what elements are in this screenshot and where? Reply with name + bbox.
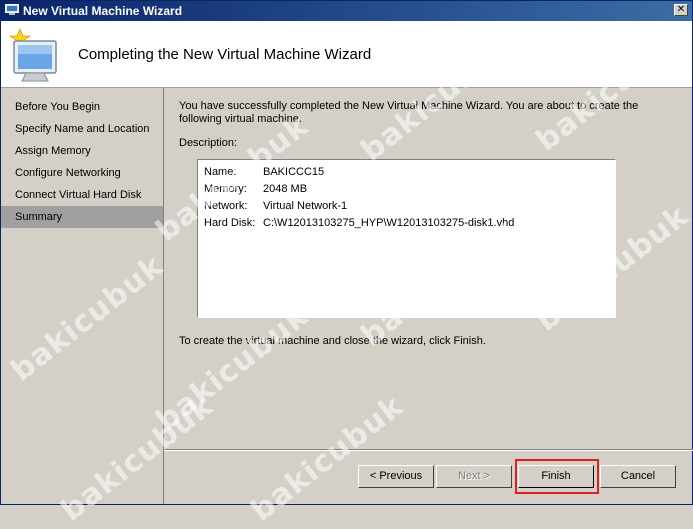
description-value: Virtual Network-1 bbox=[263, 199, 348, 212]
description-value: BAKICCC15 bbox=[263, 165, 325, 178]
wizard-steps-nav: Before You Begin Specify Name and Locati… bbox=[1, 88, 163, 504]
description-value: 2048 MB bbox=[263, 182, 308, 195]
sidebar-divider bbox=[163, 88, 164, 504]
finish-instruction: To create the virtual machine and close … bbox=[179, 335, 486, 347]
title-bar[interactable]: New Virtual Machine Wizard ✕ bbox=[1, 1, 692, 21]
description-row: Hard Disk: C:\W12013103275_HYP\W12013103… bbox=[204, 214, 514, 231]
cancel-button[interactable]: Cancel bbox=[600, 465, 676, 488]
sidebar-item-specify-name-and-location[interactable]: Specify Name and Location bbox=[1, 118, 163, 140]
new-vm-wizard-icon bbox=[8, 27, 57, 82]
wizard-header: Completing the New Virtual Machine Wizar… bbox=[1, 21, 692, 88]
description-row: Memory: 2048 MB bbox=[204, 180, 514, 197]
description-key: Network: bbox=[204, 199, 248, 212]
description-label: Description: bbox=[179, 137, 238, 149]
summary-panel: You have successfully completed the New … bbox=[167, 88, 691, 448]
next-button[interactable]: Next > bbox=[436, 465, 512, 488]
sidebar-item-connect-virtual-hard-disk[interactable]: Connect Virtual Hard Disk bbox=[1, 184, 163, 206]
description-key: Hard Disk: bbox=[204, 216, 256, 229]
sidebar-item-configure-networking[interactable]: Configure Networking bbox=[1, 162, 163, 184]
close-icon[interactable]: ✕ bbox=[674, 4, 688, 16]
description-box[interactable]: Name: BAKICCC15 Memory: 2048 MB Network:… bbox=[197, 159, 616, 318]
virtual-machine-app-icon bbox=[5, 4, 19, 15]
wizard-window: New Virtual Machine Wizard ✕ Completing … bbox=[0, 0, 693, 529]
page-title: Completing the New Virtual Machine Wizar… bbox=[78, 46, 372, 63]
button-bar-divider bbox=[165, 449, 693, 451]
sidebar-item-before-you-begin[interactable]: Before You Begin bbox=[1, 96, 163, 118]
description-key: Memory: bbox=[204, 182, 247, 195]
description-row: Network: Virtual Network-1 bbox=[204, 197, 514, 214]
description-table: Name: BAKICCC15 Memory: 2048 MB Network:… bbox=[204, 163, 514, 231]
finish-highlight-box bbox=[515, 459, 599, 494]
sidebar-item-summary[interactable]: Summary bbox=[1, 206, 163, 228]
description-key: Name: bbox=[204, 165, 237, 178]
description-row: Name: BAKICCC15 bbox=[204, 163, 514, 180]
window-title: New Virtual Machine Wizard bbox=[23, 4, 183, 18]
previous-button[interactable]: < Previous bbox=[358, 465, 434, 488]
sidebar-item-assign-memory[interactable]: Assign Memory bbox=[1, 140, 163, 162]
completion-message: You have successfully completed the New … bbox=[179, 100, 639, 125]
description-value: C:\W12013103275_HYP\W12013103275-disk1.v… bbox=[263, 216, 515, 229]
